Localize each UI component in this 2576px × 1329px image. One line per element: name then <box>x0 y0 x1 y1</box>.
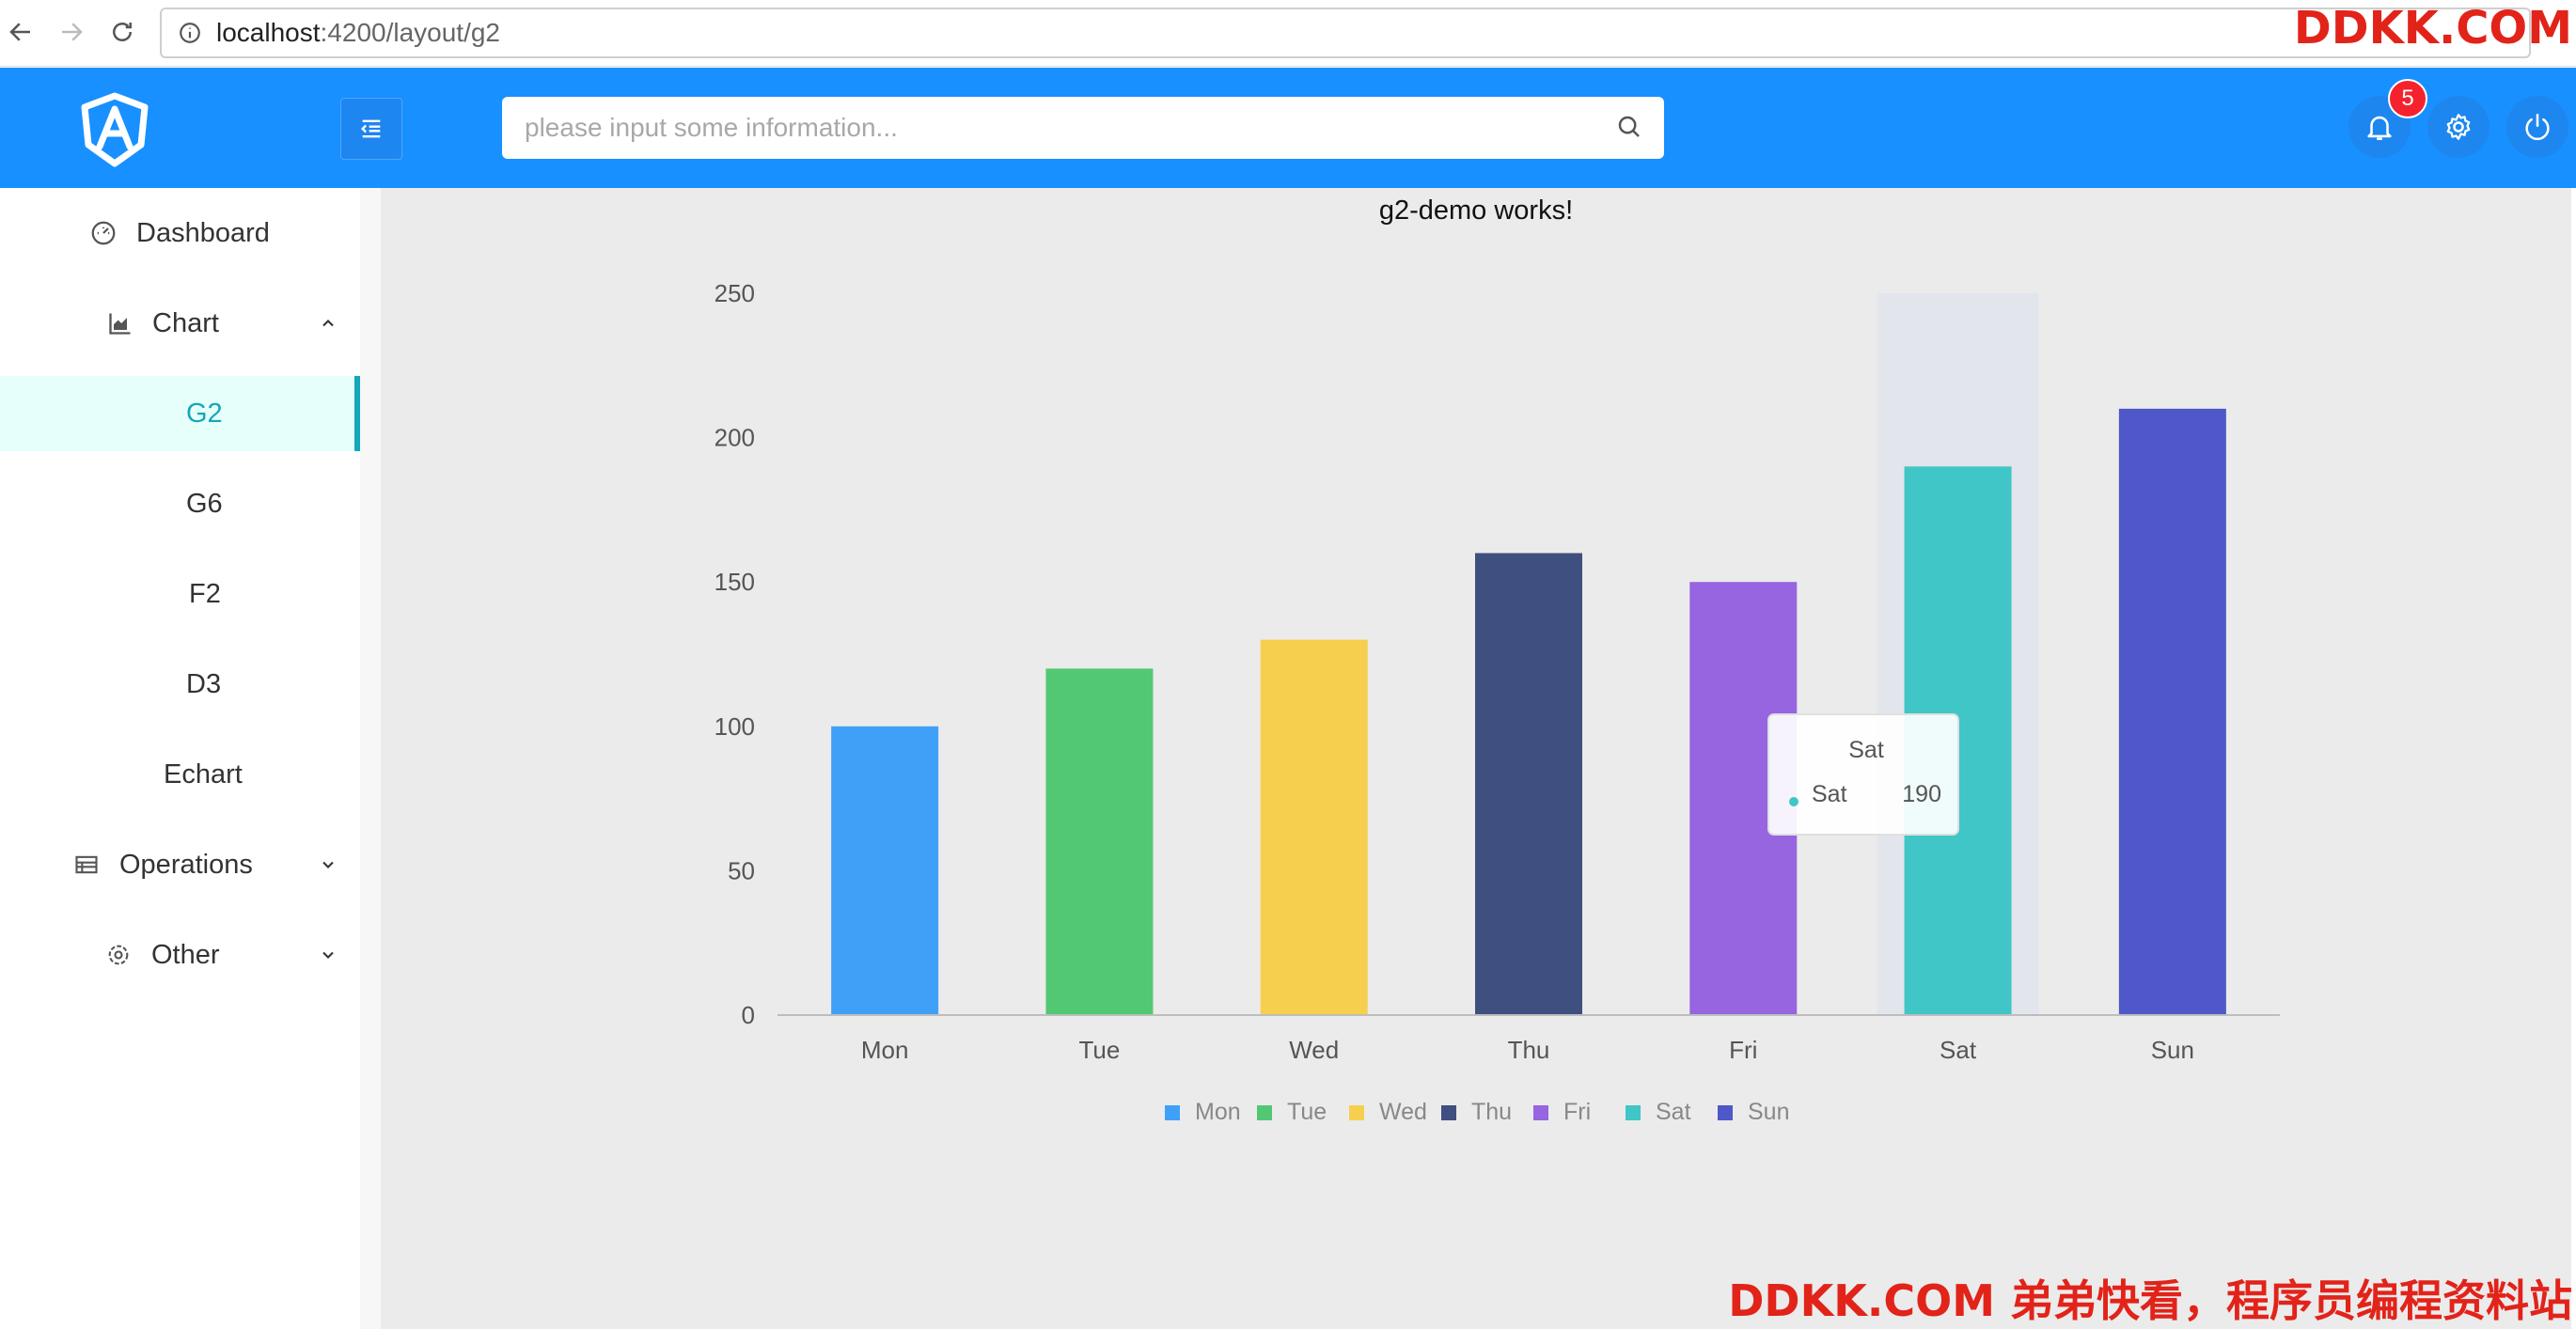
sidebar-item-label: Other <box>151 939 220 970</box>
x-tick-label: Mon <box>861 1036 909 1064</box>
sidebar-item-label: D3 <box>186 668 222 699</box>
legend-marker <box>1533 1105 1548 1120</box>
sidebar-item-label: Echart <box>164 758 243 790</box>
sidebar-item-g2[interactable]: G2 <box>0 376 360 451</box>
angular-logo[interactable] <box>77 92 152 167</box>
y-tick-label: 200 <box>715 424 755 452</box>
sidebar-item-chart[interactable]: Chart <box>0 286 360 361</box>
dashboard-icon <box>88 218 118 248</box>
arrow-left-icon <box>9 23 30 41</box>
tooltip-label: Sat <box>1812 781 1847 807</box>
chevron-down-icon <box>317 944 339 966</box>
x-tick-label: Tue <box>1079 1036 1121 1064</box>
x-tick-label: Fri <box>1729 1036 1757 1064</box>
sidebar: Dashboard Chart G2 G6 F2 D3 Echart Opera… <box>0 188 362 1329</box>
y-tick-label: 50 <box>728 856 755 884</box>
bell-icon <box>2367 116 2392 141</box>
settings-button[interactable] <box>2427 96 2490 158</box>
sidebar-item-label: G2 <box>186 398 223 429</box>
arrow-right-icon <box>62 23 83 41</box>
x-tick-label: Sun <box>2151 1036 2194 1064</box>
bar[interactable] <box>1475 553 1582 1015</box>
y-tick-label: 250 <box>715 279 755 307</box>
power-icon <box>2525 113 2550 141</box>
chevron-up-icon <box>317 312 339 335</box>
bar[interactable] <box>831 726 939 1015</box>
legend-label: Fri <box>1563 1099 1591 1125</box>
sidebar-gutter <box>360 188 381 1329</box>
y-tick-label: 0 <box>742 1001 755 1029</box>
tooltip-marker <box>1789 797 1798 806</box>
search-input[interactable] <box>523 112 1598 144</box>
legend-marker <box>1257 1105 1272 1120</box>
watermark-top: DDKK.COM <box>2293 2 2572 55</box>
browser-toolbar: localhost:4200/layout/g2 DDKK.COM <box>0 0 2576 67</box>
bar-chart[interactable]: 0 50 100 150 200 250 Mon Tue Wed Thu Fri Sat Sun Mon T… <box>381 188 2571 1329</box>
tooltip-title: Sat <box>1848 737 1884 763</box>
url-host: localhost <box>216 18 321 47</box>
sidebar-item-label: F2 <box>189 578 221 609</box>
reload-icon <box>113 23 132 41</box>
menu-fold-icon <box>361 119 381 138</box>
area-chart-icon <box>105 308 135 338</box>
sidebar-item-label: Operations <box>119 849 253 880</box>
legend-label: Sat <box>1656 1099 1691 1125</box>
legend-label: Sun <box>1748 1099 1789 1125</box>
menu-fold-button[interactable] <box>340 98 402 160</box>
back-button[interactable] <box>2 13 39 51</box>
notification-badge: 5 <box>2388 79 2427 118</box>
legend-label: Tue <box>1287 1099 1327 1125</box>
gear-icon <box>103 940 134 970</box>
url-path: :4200/layout/g2 <box>320 18 501 47</box>
bar[interactable] <box>2118 408 2226 1015</box>
tooltip-value: 190 <box>1902 781 1941 807</box>
url-text: localhost:4200/layout/g2 <box>216 18 500 48</box>
sidebar-item-g6[interactable]: G6 <box>0 466 360 541</box>
reload-button[interactable] <box>103 13 141 51</box>
sidebar-item-dashboard[interactable]: Dashboard <box>0 195 360 271</box>
sidebar-item-label: G6 <box>186 488 223 519</box>
forward-button[interactable] <box>53 13 90 51</box>
legend-marker <box>1349 1105 1364 1120</box>
bar[interactable] <box>1045 668 1154 1015</box>
legend-label: Mon <box>1195 1099 1241 1125</box>
x-tick-label: Thu <box>1508 1036 1550 1064</box>
x-tick-label: Wed <box>1289 1036 1339 1064</box>
info-icon[interactable] <box>175 18 205 48</box>
legend-marker <box>1441 1105 1456 1120</box>
gear-icon <box>2446 114 2471 140</box>
watermark-bottom: DDKK.COM 弟弟快看，程序员编程资料站 <box>1728 1275 2572 1326</box>
sidebar-item-label: Chart <box>152 307 219 338</box>
legend-label: Thu <box>1471 1099 1512 1125</box>
chevron-down-icon <box>317 853 339 876</box>
sidebar-item-d3[interactable]: D3 <box>0 647 360 722</box>
sidebar-item-f2[interactable]: F2 <box>0 556 360 632</box>
search-box <box>502 97 1664 159</box>
sidebar-item-operations[interactable]: Operations <box>0 827 360 902</box>
sidebar-item-label: Dashboard <box>136 217 270 248</box>
table-icon <box>71 850 102 880</box>
legend-label: Wed <box>1379 1099 1427 1125</box>
legend-marker <box>1165 1105 1180 1120</box>
bar[interactable] <box>1260 639 1368 1015</box>
main-content: g2-demo works! 0 50 100 150 200 250 Mon Tue Wed T… <box>381 188 2571 1329</box>
sidebar-item-echart[interactable]: Echart <box>0 737 360 812</box>
legend-marker <box>1626 1105 1641 1120</box>
y-tick-label: 150 <box>715 568 755 596</box>
sidebar-item-other[interactable]: Other <box>0 917 360 993</box>
chart-tooltip <box>1767 713 1959 836</box>
search-icon[interactable] <box>1615 113 1643 146</box>
y-tick-label: 100 <box>715 712 755 741</box>
address-bar[interactable]: localhost:4200/layout/g2 <box>160 8 2531 58</box>
legend-marker <box>1718 1105 1733 1120</box>
logout-button[interactable] <box>2506 96 2568 158</box>
app-header <box>0 68 2576 188</box>
x-tick-label: Sat <box>1940 1036 1977 1064</box>
